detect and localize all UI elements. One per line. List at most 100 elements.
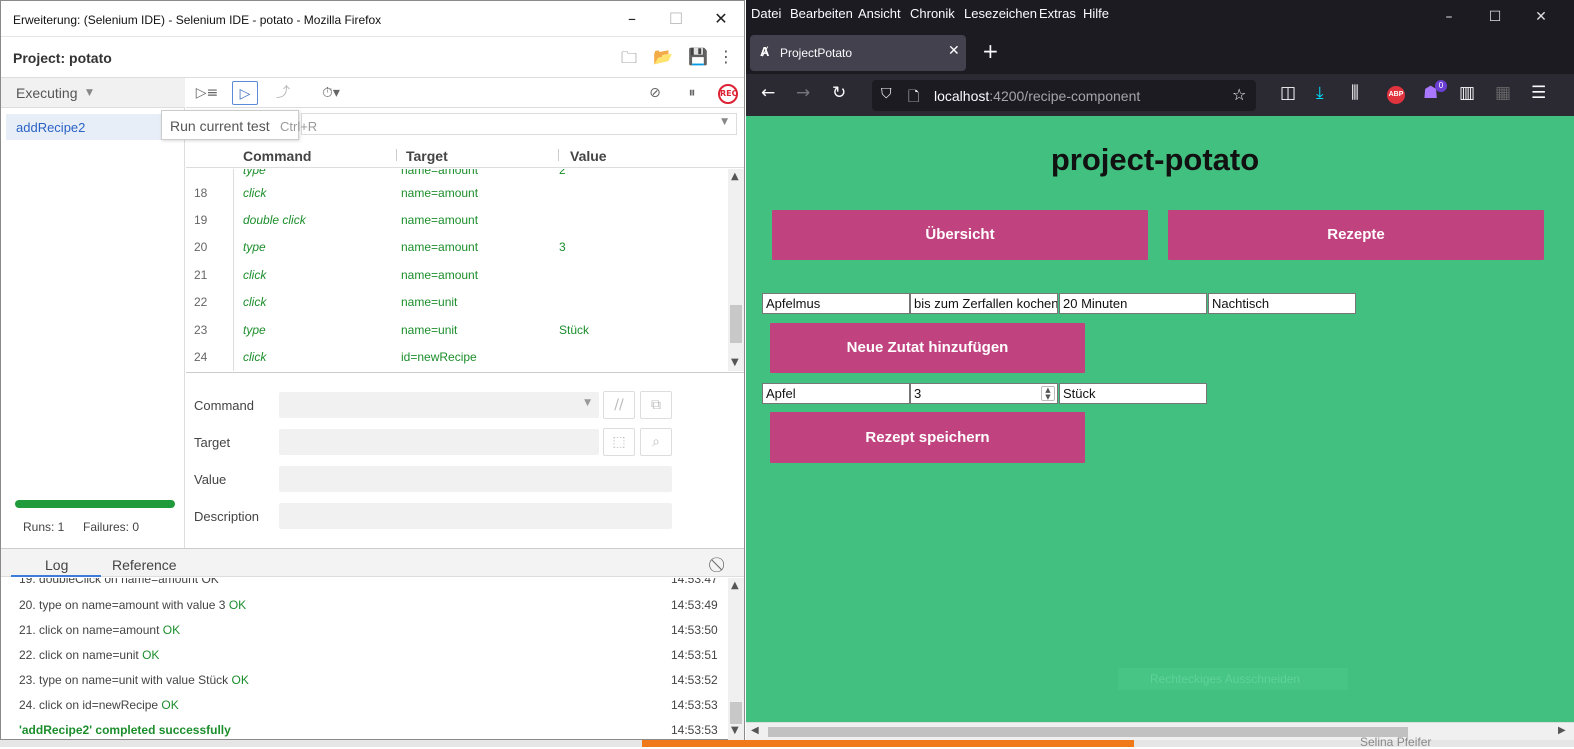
command-row[interactable]: 19 double click name=amount [186, 206, 727, 233]
horizontal-scrollbar[interactable]: ◀ ▶ [746, 722, 1574, 740]
base-url-select[interactable]: ▼ [301, 113, 737, 135]
menu-bearbeiten[interactable]: Bearbeiten [790, 6, 853, 21]
nav-recipes-button[interactable]: Rezepte [1168, 210, 1544, 260]
ide-window-title: Erweiterung: (Selenium IDE) - Selenium I… [13, 13, 382, 27]
forward-icon[interactable]: → [796, 83, 810, 103]
downloads-icon[interactable]: ⤓ [1316, 83, 1324, 103]
scroll-right-icon[interactable]: ▶ [1558, 725, 1566, 736]
command-table-scrollbar[interactable]: ▲ ▼ [728, 169, 744, 371]
value-cell: 2 [559, 169, 566, 177]
editor-value-label: Value [194, 472, 227, 487]
menu-chronik[interactable]: Chronik [910, 6, 955, 21]
progress-bar [15, 500, 175, 508]
tab-log[interactable]: Log [45, 557, 68, 573]
menu-ansicht[interactable]: Ansicht [858, 6, 901, 21]
description-input[interactable] [279, 503, 672, 529]
comment-toggle-icon[interactable]: // [603, 391, 635, 419]
target-input[interactable] [279, 429, 599, 455]
save-project-icon[interactable]: 💾 [687, 47, 709, 69]
log-message: 21. click on name=amount OK [19, 623, 181, 637]
scroll-down-icon[interactable]: ▼ [731, 725, 739, 736]
back-icon[interactable]: ← [761, 83, 775, 103]
maximize-icon[interactable]: ☐ [653, 5, 699, 33]
close-tab-icon[interactable]: ✕ [948, 43, 960, 59]
new-tab-icon[interactable]: + [982, 39, 999, 63]
recipe-time-input[interactable]: 20 Minuten [1059, 293, 1207, 314]
recipe-category-input[interactable]: Nachtisch [1208, 293, 1356, 314]
menu-extras[interactable]: Extras [1039, 6, 1076, 21]
extension-icon[interactable]: ▦ [1495, 83, 1511, 103]
shield-icon[interactable]: ⛉ [881, 86, 892, 102]
command-input[interactable]: ▼ [279, 392, 599, 418]
minimize-icon[interactable]: – [1426, 4, 1472, 30]
reload-icon[interactable]: ↻ [832, 83, 846, 103]
page-info-icon[interactable]: 🗋 [908, 86, 919, 110]
url-bar[interactable]: ⛉ 🗋 localhost:4200/recipe-component ☆ [872, 80, 1256, 111]
command-table: type name=amount 2 18 click name=amount … [186, 169, 727, 371]
log-entry-partial: 19. doubleClick on name=amount OK 14:53:… [1, 578, 727, 592]
row-number: 22 [194, 295, 208, 309]
pause-icon[interactable]: ⏸ [679, 81, 705, 105]
value-input[interactable] [279, 466, 672, 492]
command-table-header: Command Target Value [186, 142, 744, 168]
editor-description-label: Description [194, 509, 260, 524]
menu-lesezeichen[interactable]: Lesezeichen [964, 6, 1037, 21]
ingredient-amount-input[interactable]: 3 ▲ ▼ [910, 383, 1058, 404]
step-over-icon[interactable]: ⤴ [270, 81, 296, 105]
selenium-ide-window: Erweiterung: (Selenium IDE) - Selenium I… [0, 0, 745, 740]
bookmark-star-icon[interactable]: ☆ [1232, 85, 1246, 104]
ingredient-name-input[interactable]: Apfel [762, 383, 910, 404]
scroll-up-icon[interactable]: ▲ [731, 580, 739, 591]
editor-command-label: Command [194, 398, 254, 413]
command-row[interactable]: 23 type name=unit Stück [186, 316, 727, 343]
nav-overview-button[interactable]: Übersicht [772, 210, 1148, 260]
menu-hilfe[interactable]: Hilfe [1083, 6, 1109, 21]
find-target-icon[interactable]: ⌕ [640, 428, 672, 456]
new-project-icon[interactable]: 🗀 [618, 47, 640, 69]
close-icon[interactable]: ✕ [698, 5, 744, 33]
recipe-name-input[interactable]: Apfelmus [762, 293, 910, 314]
scrollbar-thumb[interactable] [768, 727, 1408, 737]
speed-timer-icon[interactable]: ⏱▾ [314, 81, 348, 105]
command-cell: type [243, 169, 266, 177]
run-current-test-icon[interactable]: ▷ [232, 81, 258, 105]
hamburger-menu-icon[interactable]: ☰ [1531, 83, 1546, 103]
tab-projectpotato[interactable]: Ⱥ ProjectPotato ✕ [750, 35, 966, 71]
disable-breakpoints-icon[interactable]: ⊘ [642, 81, 668, 105]
recipe-instructions-input[interactable]: bis zum Zerfallen kochen [910, 293, 1058, 314]
command-row[interactable]: 21 click name=amount [186, 261, 727, 288]
command-row[interactable]: 18 click name=amount [186, 179, 727, 206]
scroll-down-icon[interactable]: ▼ [731, 357, 739, 368]
close-icon[interactable]: ✕ [1518, 4, 1564, 30]
test-item-addrecipe2[interactable]: addRecipe2 [6, 114, 184, 140]
pocket-icon[interactable]: ◫ [1280, 83, 1296, 103]
more-options-icon[interactable]: ⋮ [715, 47, 737, 69]
command-row[interactable]: 20 type name=amount 3 [186, 233, 727, 260]
command-row[interactable]: 24 click id=newRecipe [186, 343, 727, 370]
executing-dropdown[interactable]: Executing ▼ [1, 78, 185, 108]
run-all-tests-icon[interactable]: ▷≡ [194, 81, 220, 105]
scroll-left-icon[interactable]: ◀ [751, 725, 759, 736]
ingredient-unit-input[interactable]: Stück [1059, 383, 1207, 404]
select-target-icon[interactable]: ⬚ [603, 428, 635, 456]
command-row[interactable]: 22 click name=unit [186, 288, 727, 315]
scrollbar-thumb[interactable] [730, 702, 742, 724]
target-cell: name=amount [401, 213, 479, 227]
record-icon[interactable]: REC [718, 84, 738, 104]
open-project-icon[interactable]: 📂 [652, 47, 674, 69]
log-scrollbar[interactable]: ▲ ▼ [728, 578, 744, 740]
number-spinner-icon[interactable]: ▲ ▼ [1041, 386, 1055, 401]
minimize-icon[interactable]: – [609, 5, 655, 33]
adblock-plus-icon[interactable]: ABP [1387, 86, 1405, 104]
menu-datei[interactable]: Datei [751, 6, 781, 21]
add-ingredient-button[interactable]: Neue Zutat hinzufügen [770, 323, 1085, 373]
scroll-up-icon[interactable]: ▲ [731, 171, 739, 182]
command-cell: double click [243, 213, 306, 227]
scrollbar-thumb[interactable] [730, 305, 742, 343]
save-recipe-button[interactable]: Rezept speichern [770, 412, 1085, 463]
tab-reference[interactable]: Reference [112, 557, 177, 573]
open-reference-icon[interactable]: ⧉ [640, 391, 672, 419]
maximize-icon[interactable]: ☐ [1472, 4, 1518, 30]
selenium-extension-icon[interactable]: ▥ [1459, 83, 1475, 103]
library-icon[interactable]: ⫼ [1351, 83, 1359, 103]
